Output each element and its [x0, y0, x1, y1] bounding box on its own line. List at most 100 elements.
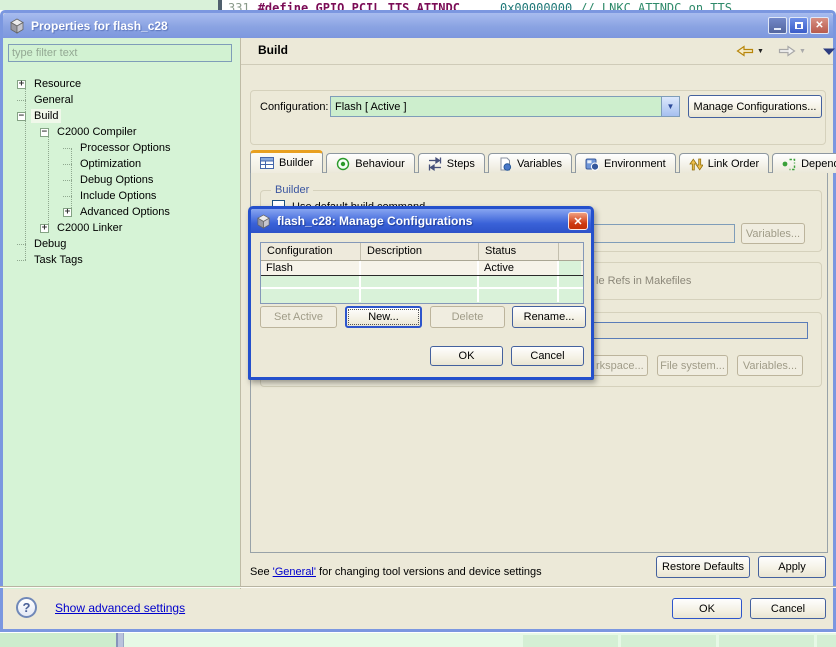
back-arrow-icon[interactable] [736, 44, 754, 58]
sidebar-item-task-tags[interactable]: Task Tags [17, 252, 86, 268]
tree-label: Debug Options [80, 174, 154, 186]
tab-steps[interactable]: Steps [417, 153, 485, 173]
app-cube-icon [257, 214, 270, 229]
tab-label: Builder [279, 157, 314, 169]
filter-input[interactable] [8, 44, 232, 62]
cancel-button[interactable]: Cancel [750, 598, 826, 619]
variables-button[interactable]: Variables... [741, 223, 805, 244]
tree-label: C2000 Linker [57, 222, 123, 234]
configuration-select[interactable]: Flash [ Active ] ▼ [330, 96, 680, 117]
tab-dependencies[interactable]: Dependencies [772, 153, 836, 173]
sidebar-item-general[interactable]: General [17, 92, 76, 108]
window-titlebar[interactable]: Properties for flash_c28 ✕ [3, 13, 833, 38]
forward-arrow-icon[interactable] [778, 44, 796, 58]
tab-label: Behaviour [355, 157, 405, 170]
sidebar-item-include-options[interactable]: Include Options [63, 188, 159, 204]
sidebar-item-optimization[interactable]: Optimization [63, 156, 144, 172]
view-menu-icon[interactable] [822, 47, 836, 56]
tree-label: Include Options [80, 190, 157, 202]
header-separator [241, 64, 833, 65]
tab-variables[interactable]: Variables [487, 153, 572, 173]
tab-link-order[interactable]: Link Order [678, 153, 770, 173]
tree-label: Resource [34, 78, 82, 90]
tree-connector [17, 259, 26, 261]
minimize-button[interactable] [768, 17, 787, 34]
sidebar-item-build[interactable]: − Build [17, 108, 62, 124]
workspace-button[interactable]: rkspace... [594, 355, 648, 376]
forward-dropdown-icon[interactable]: ▼ [799, 48, 806, 55]
tab-builder[interactable]: Builder [250, 150, 324, 173]
bottom-cell [719, 635, 814, 647]
screen: 331 #define GPIO_PCIL_TTS_ATTNDC 0x0000000… [0, 0, 836, 647]
code-value: 0x00000000 [499, 1, 573, 10]
expander-icon[interactable]: − [17, 111, 26, 121]
tree-connector [63, 195, 72, 197]
tree-label: Debug [34, 238, 67, 250]
sidebar-item-c2000-linker[interactable]: + C2000 Linker [40, 220, 125, 236]
environment-tab-icon [585, 157, 599, 171]
bottom-sash [116, 633, 124, 647]
tab-label: Link Order [707, 157, 760, 170]
configuration-label: Configuration: [260, 101, 329, 113]
restore-defaults-button[interactable]: Restore Defaults [656, 556, 750, 578]
tab-label: Variables [516, 157, 562, 170]
apply-button[interactable]: Apply [758, 556, 826, 578]
tree-label-selected: Build [31, 109, 62, 123]
maximize-button[interactable] [789, 17, 808, 34]
column-header: Configuration [261, 243, 361, 260]
file-system-button[interactable]: File system... [657, 355, 728, 376]
tab-environment[interactable]: Environment [574, 153, 676, 173]
ok-button[interactable]: OK [672, 598, 742, 619]
variables-button-2[interactable]: Variables... [737, 355, 803, 376]
column-header [559, 243, 581, 260]
manage-configurations-button[interactable]: Manage Configurations... [688, 95, 822, 118]
page-title: Build [258, 43, 288, 57]
close-icon[interactable]: ✕ [568, 212, 588, 230]
tree-label: Processor Options [80, 142, 171, 154]
dialog-title: flash_c28: Manage Configurations [277, 214, 473, 228]
sidebar-item-resource[interactable]: + Resource [17, 76, 84, 92]
help-button[interactable]: ? [16, 597, 37, 618]
tab-label: Environment [603, 157, 666, 170]
expander-icon[interactable]: + [17, 79, 26, 89]
makefiles-checkbox-label: le Refs in Makefiles [596, 275, 692, 287]
bottom-bar-separator [0, 586, 836, 587]
set-active-button[interactable]: Set Active [260, 306, 337, 328]
bottom-left-panel [0, 633, 116, 647]
expander-icon[interactable]: − [40, 127, 49, 137]
back-dropdown-icon[interactable]: ▼ [757, 48, 764, 55]
dialog-ok-button[interactable]: OK [430, 346, 503, 366]
tree-label: Task Tags [34, 254, 83, 266]
steps-tab-icon [428, 156, 442, 171]
table-row-empty [261, 289, 583, 302]
rename-button[interactable]: Rename... [512, 306, 586, 328]
sidebar-item-advanced-options[interactable]: + Advanced Options [63, 204, 173, 220]
cell-status: Active [479, 261, 559, 275]
dialog-cancel-button[interactable]: Cancel [511, 346, 584, 366]
tree-connector [17, 243, 26, 245]
bottom-cell [621, 635, 716, 647]
tab-behaviour[interactable]: Behaviour [326, 153, 415, 173]
chevron-down-icon: ▼ [661, 97, 679, 116]
dialog-titlebar[interactable]: flash_c28: Manage Configurations ✕ [251, 209, 591, 233]
link-order-tab-icon [688, 157, 703, 171]
bottom-cell [523, 635, 618, 647]
general-link[interactable]: 'General' [273, 566, 316, 578]
code-directive: #define GPIO_PCIL_TTS_ATTNDC [257, 1, 460, 10]
sidebar-item-debug[interactable]: Debug [17, 236, 69, 252]
close-button[interactable]: ✕ [810, 17, 829, 34]
tree-connector [63, 163, 72, 165]
new-button[interactable]: New... [345, 306, 422, 328]
tree-connector [63, 179, 72, 181]
sidebar-item-processor-options[interactable]: Processor Options [63, 140, 173, 156]
show-advanced-settings-link[interactable]: Show advanced settings [55, 601, 185, 615]
delete-button[interactable]: Delete [430, 306, 505, 328]
cell-configuration: Flash [261, 261, 361, 275]
manage-configurations-dialog: flash_c28: Manage Configurations ✕ Confi… [248, 206, 594, 380]
expander-icon[interactable]: + [63, 207, 72, 217]
sidebar-item-debug-options[interactable]: Debug Options [63, 172, 156, 188]
sidebar-item-c2000-compiler[interactable]: − C2000 Compiler [40, 124, 139, 140]
expander-icon[interactable]: + [40, 223, 49, 233]
cell-empty [559, 261, 581, 275]
table-row[interactable]: Flash Active [261, 261, 583, 276]
